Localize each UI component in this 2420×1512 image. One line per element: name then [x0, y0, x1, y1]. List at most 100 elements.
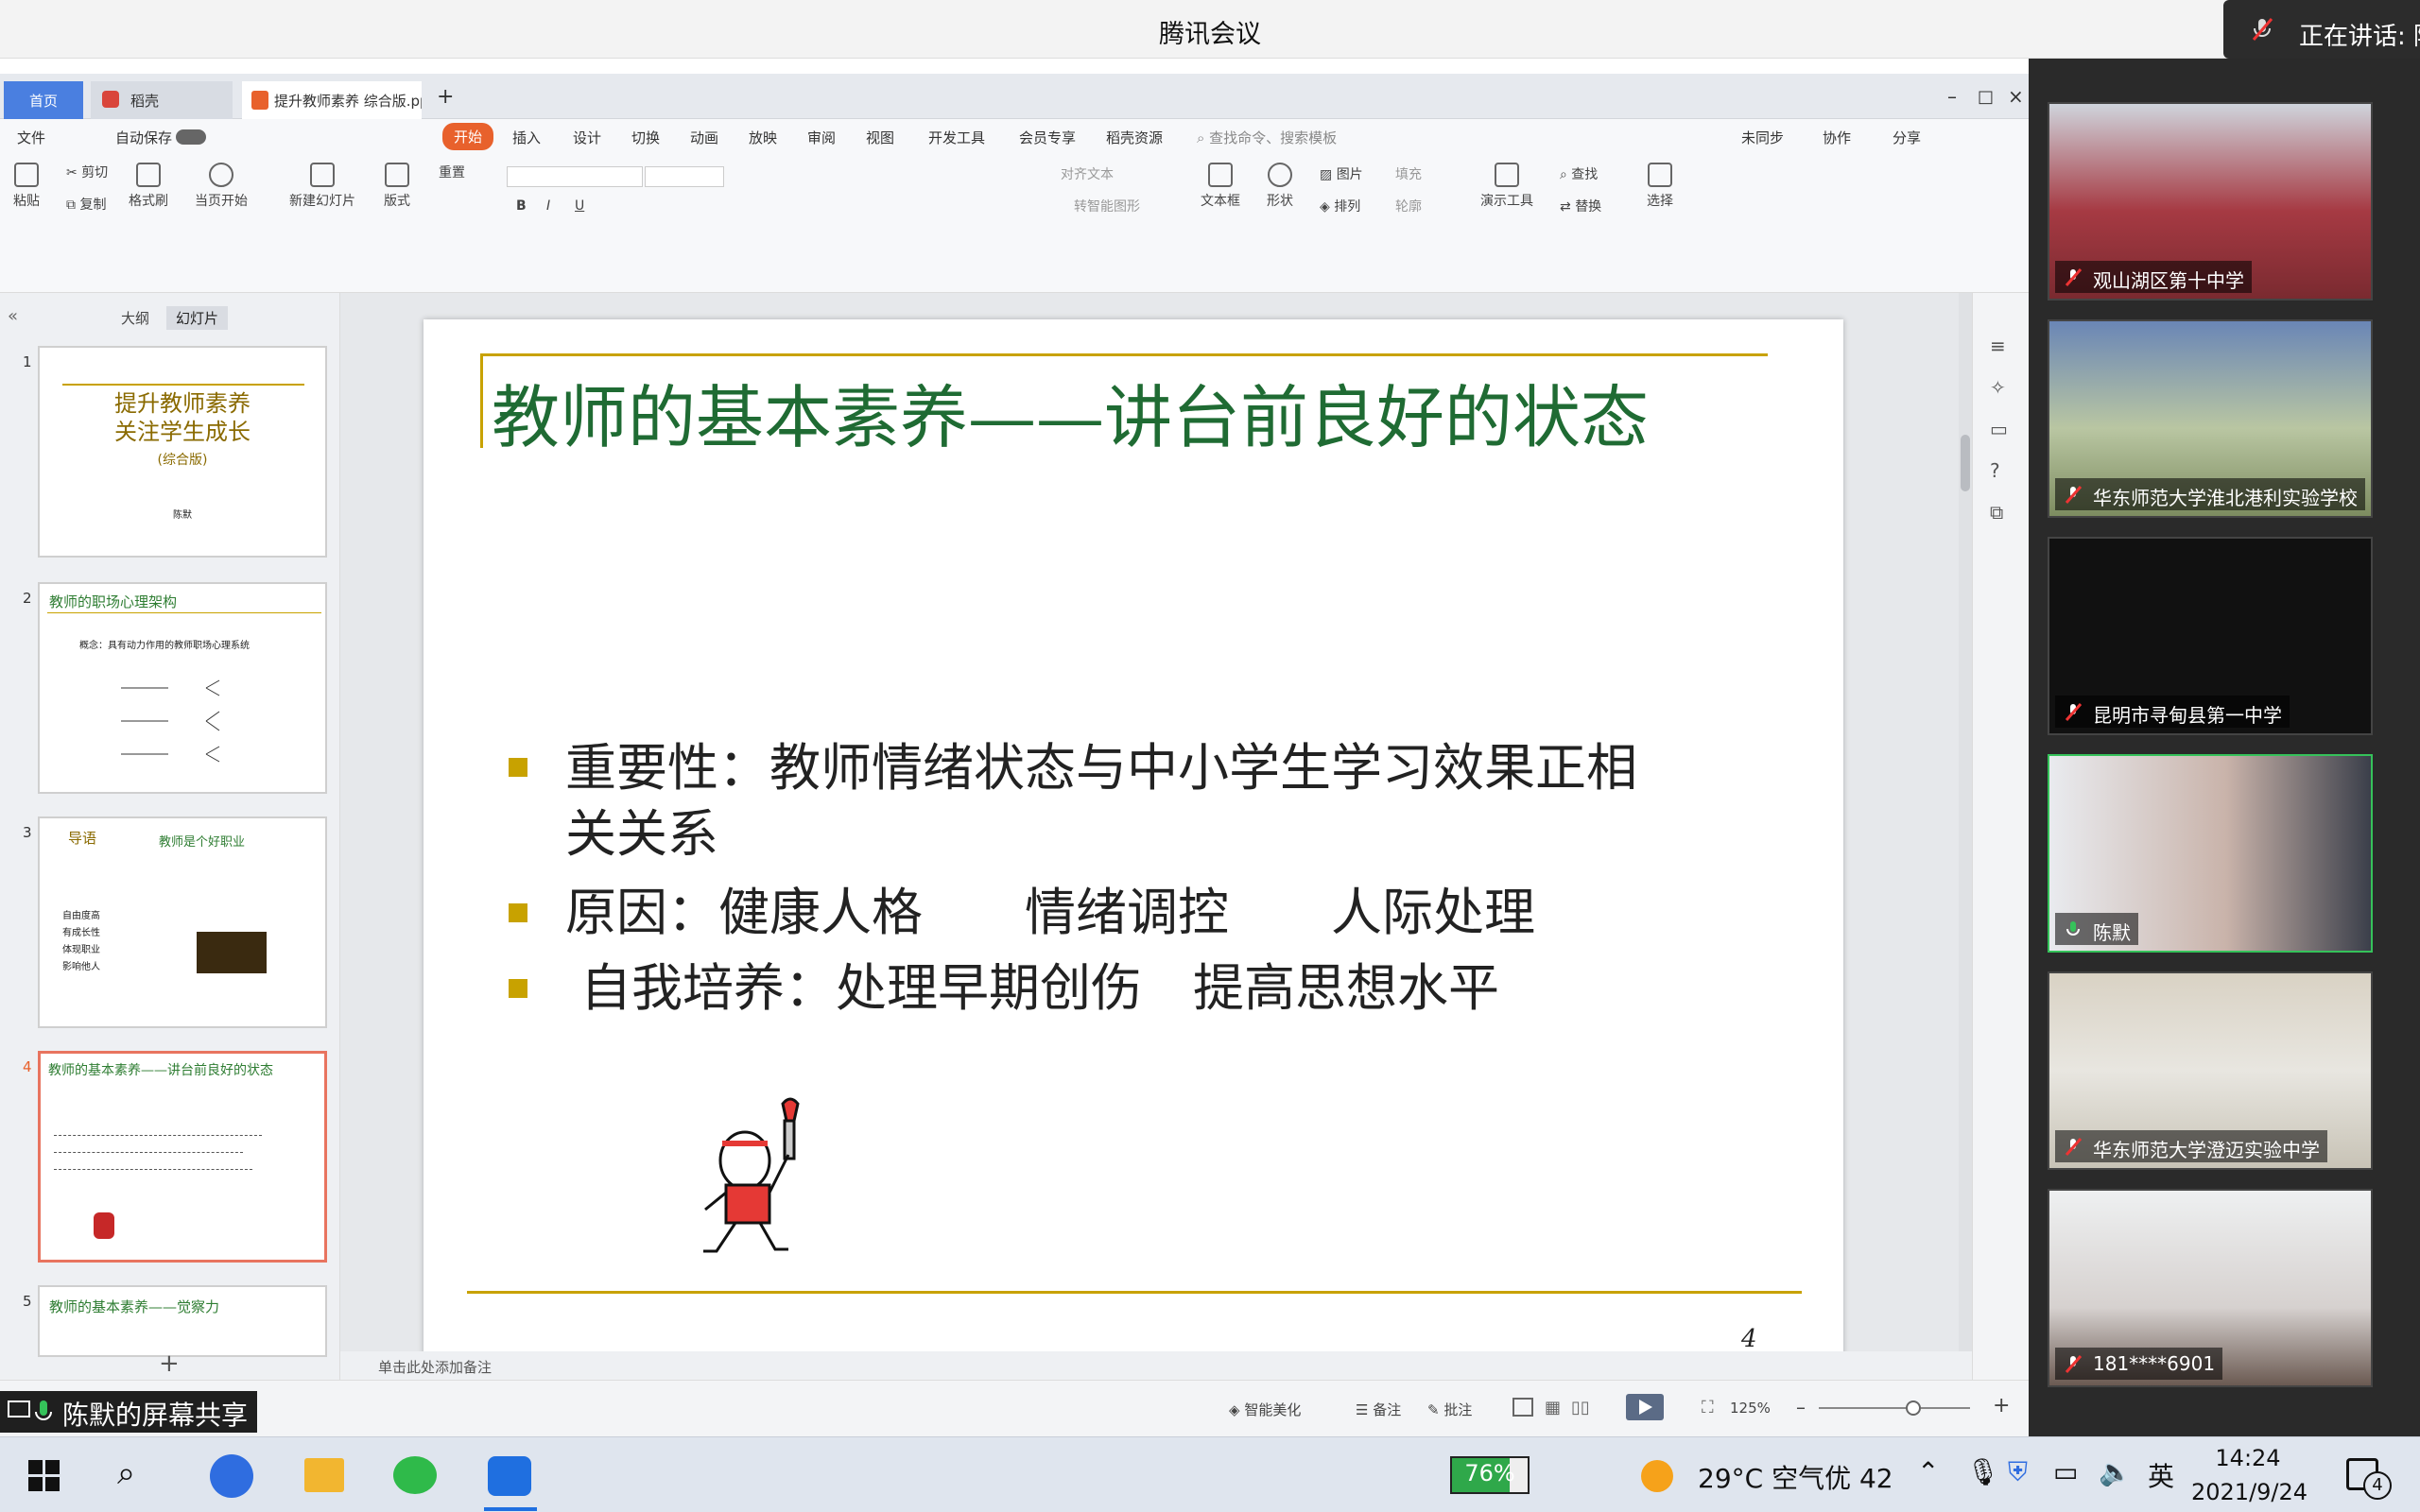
arrange-button[interactable]: ◈ 排列 — [1320, 197, 1360, 215]
normal-view-icon[interactable] — [1512, 1398, 1533, 1417]
participant-tile[interactable]: 181****6901 — [2048, 1189, 2373, 1387]
menu-design[interactable]: 设计 — [573, 128, 601, 147]
properties-icon[interactable]: ≡ — [1990, 335, 2006, 357]
bold-button[interactable]: B — [516, 198, 527, 214]
help-icon[interactable]: ? — [1990, 459, 2000, 482]
wechat-icon[interactable] — [393, 1456, 437, 1494]
menu-file[interactable]: 文件 — [17, 128, 45, 147]
ime-indicator[interactable]: 英 — [2148, 1456, 2174, 1494]
chevron-up-icon[interactable]: ⌃ — [1917, 1456, 1939, 1487]
current-slide[interactable]: 教师的基本素养——讲台前良好的状态 重要性：教师情绪状态与中小学生学习效果正相 … — [424, 319, 1843, 1383]
present-tools-button[interactable]: 演示工具 — [1480, 163, 1533, 210]
underline-button[interactable]: U — [575, 198, 584, 214]
zoom-slider-handle[interactable] — [1906, 1400, 1921, 1416]
font-name-select[interactable] — [507, 166, 643, 187]
minimize-icon[interactable]: – — [1936, 81, 1968, 119]
slideshow-button[interactable] — [1626, 1394, 1664, 1420]
sorter-view-icon[interactable]: ▦ — [1545, 1398, 1561, 1418]
menu-start[interactable]: 开始 — [442, 123, 494, 150]
microphone-icon[interactable]: 🎙 — [1966, 1456, 2000, 1487]
participant-tile[interactable]: 陈默 — [2048, 754, 2373, 953]
clock-time[interactable]: 14:24 — [2191, 1445, 2305, 1471]
notes-button[interactable]: ☰ 备注 — [1356, 1400, 1401, 1419]
weather-text[interactable]: 29°C 空气优 42 — [1698, 1458, 1893, 1496]
vertical-scrollbar[interactable] — [1959, 293, 1972, 1351]
new-slide-button[interactable]: 新建幻灯片 — [289, 163, 355, 210]
reading-view-icon[interactable]: ▯▯ — [1571, 1398, 1590, 1418]
zoom-level[interactable]: 125% — [1730, 1400, 1771, 1417]
slides-tab[interactable]: 幻灯片 — [166, 306, 229, 330]
tab-document[interactable]: 提升教师素养 综合版.pp — [242, 81, 422, 119]
participant-tile[interactable]: 观山湖区第十中学 — [2048, 102, 2373, 301]
menu-transition[interactable]: 切换 — [631, 128, 660, 147]
backup-icon[interactable]: ⧉ — [1990, 501, 2003, 524]
play-from-current-button[interactable]: 当页开始 — [195, 163, 248, 210]
menu-view[interactable]: 视图 — [866, 128, 894, 147]
replace-button[interactable]: ⇄ 替换 — [1560, 197, 1601, 215]
slide-thumbnail-5[interactable]: 教师的基本素养——觉察力 — [38, 1285, 327, 1357]
font-size-select[interactable] — [645, 166, 724, 187]
textbox-button[interactable]: 文本框 — [1201, 163, 1240, 210]
security-shield-icon[interactable]: ⛨ — [2008, 1456, 2028, 1488]
clock-date[interactable]: 2021/9/24 — [2191, 1479, 2308, 1505]
zoom-out-button[interactable]: – — [1796, 1396, 1806, 1418]
add-slide-button[interactable]: + — [159, 1349, 180, 1378]
menu-slideshow[interactable]: 放映 — [749, 128, 777, 147]
slide-thumbnail-1[interactable]: 提升教师素养 关注学生成长 (综合版) 陈默 — [38, 346, 327, 558]
animation-icon[interactable]: ✧ — [1990, 376, 2006, 399]
participant-tile[interactable]: 昆明市寻甸县第一中学 — [2048, 537, 2373, 735]
fit-window-icon[interactable]: ⛶ — [1702, 1398, 1714, 1418]
layout-button[interactable]: 版式 — [384, 163, 410, 210]
participant-tile[interactable]: 华东师范大学淮北港利实验学校 — [2048, 319, 2373, 518]
participant-tile[interactable]: 华东师范大学澄迈实验中学 — [2048, 971, 2373, 1170]
tab-home[interactable]: 首页 — [4, 81, 83, 119]
search-command-input[interactable]: ⌕ 查找命令、搜索模板 — [1197, 128, 1337, 147]
menu-autosave[interactable]: 自动保存 — [115, 128, 172, 147]
share-button[interactable]: 分享 — [1893, 128, 1921, 147]
menu-animation[interactable]: 动画 — [690, 128, 718, 147]
lark-app-icon[interactable] — [210, 1454, 253, 1498]
notes-area[interactable]: 单击此处添加备注 — [340, 1351, 1972, 1380]
smart-shape-button[interactable]: 转智能图形 — [1074, 197, 1140, 215]
format-painter-button[interactable]: 格式刷 — [129, 163, 168, 210]
search-icon[interactable]: ⌕ — [117, 1454, 135, 1492]
smart-beautify-button[interactable]: ◈ 智能美化 — [1229, 1400, 1301, 1419]
menu-docer-resources[interactable]: 稻壳资源 — [1106, 128, 1163, 147]
zoom-in-button[interactable]: + — [1993, 1394, 2010, 1418]
file-explorer-icon[interactable] — [304, 1458, 344, 1492]
shape-button[interactable]: 形状 — [1267, 163, 1293, 210]
collaborate-button[interactable]: 协作 — [1823, 128, 1851, 147]
volume-icon[interactable]: 🔈 — [2099, 1456, 2132, 1487]
fill-button[interactable]: 填充 — [1395, 164, 1422, 183]
cut-button[interactable]: ✂ 剪切 — [66, 163, 108, 181]
menu-member[interactable]: 会员专享 — [1019, 128, 1076, 147]
zoom-slider[interactable] — [1819, 1400, 1970, 1416]
outline-button[interactable]: 轮廓 — [1395, 197, 1422, 215]
comment-button[interactable]: ✎ 批注 — [1427, 1400, 1472, 1419]
sync-status[interactable]: 未同步 — [1741, 128, 1784, 147]
menu-insert[interactable]: 插入 — [512, 128, 541, 147]
menu-developer[interactable]: 开发工具 — [928, 128, 985, 147]
align-text-button[interactable]: 对齐文本 — [1061, 164, 1114, 183]
thumb-title: 教师的职场心理架构 — [49, 593, 178, 610]
slide-thumbnail-4[interactable]: 教师的基本素养——讲台前良好的状态 — [38, 1051, 327, 1263]
tab-docer[interactable]: 稻壳 — [91, 81, 233, 119]
windows-start-icon[interactable] — [28, 1460, 60, 1492]
tencent-meeting-icon[interactable] — [488, 1456, 531, 1496]
battery-icon[interactable]: ▭ — [2053, 1456, 2078, 1487]
collapse-panel-icon[interactable]: « — [8, 306, 18, 326]
copy-button[interactable]: ⧉ 复制 — [66, 195, 106, 214]
slide-thumbnail-3[interactable]: 导语 教师是个好职业 自由度高 有成长性 体现职业 影响他人 — [38, 816, 327, 1028]
find-button[interactable]: ⌕ 查找 — [1560, 164, 1598, 183]
picture-button[interactable]: ▨ 图片 — [1320, 164, 1363, 183]
slides-icon[interactable]: ▭ — [1990, 418, 2008, 440]
menu-review[interactable]: 审阅 — [807, 128, 836, 147]
autosave-toggle[interactable] — [176, 129, 208, 146]
paste-button[interactable]: 粘贴 — [13, 163, 40, 210]
new-tab-button[interactable]: + — [425, 81, 465, 119]
slide-thumbnail-2[interactable]: 教师的职场心理架构 概念：具有动力作用的教师职场心理系统 — [38, 582, 327, 794]
italic-button[interactable]: I — [546, 198, 550, 214]
outline-tab[interactable]: 大纲 — [121, 308, 149, 328]
select-button[interactable]: 选择 — [1647, 163, 1673, 210]
reset-button[interactable]: 重置 — [439, 163, 465, 181]
